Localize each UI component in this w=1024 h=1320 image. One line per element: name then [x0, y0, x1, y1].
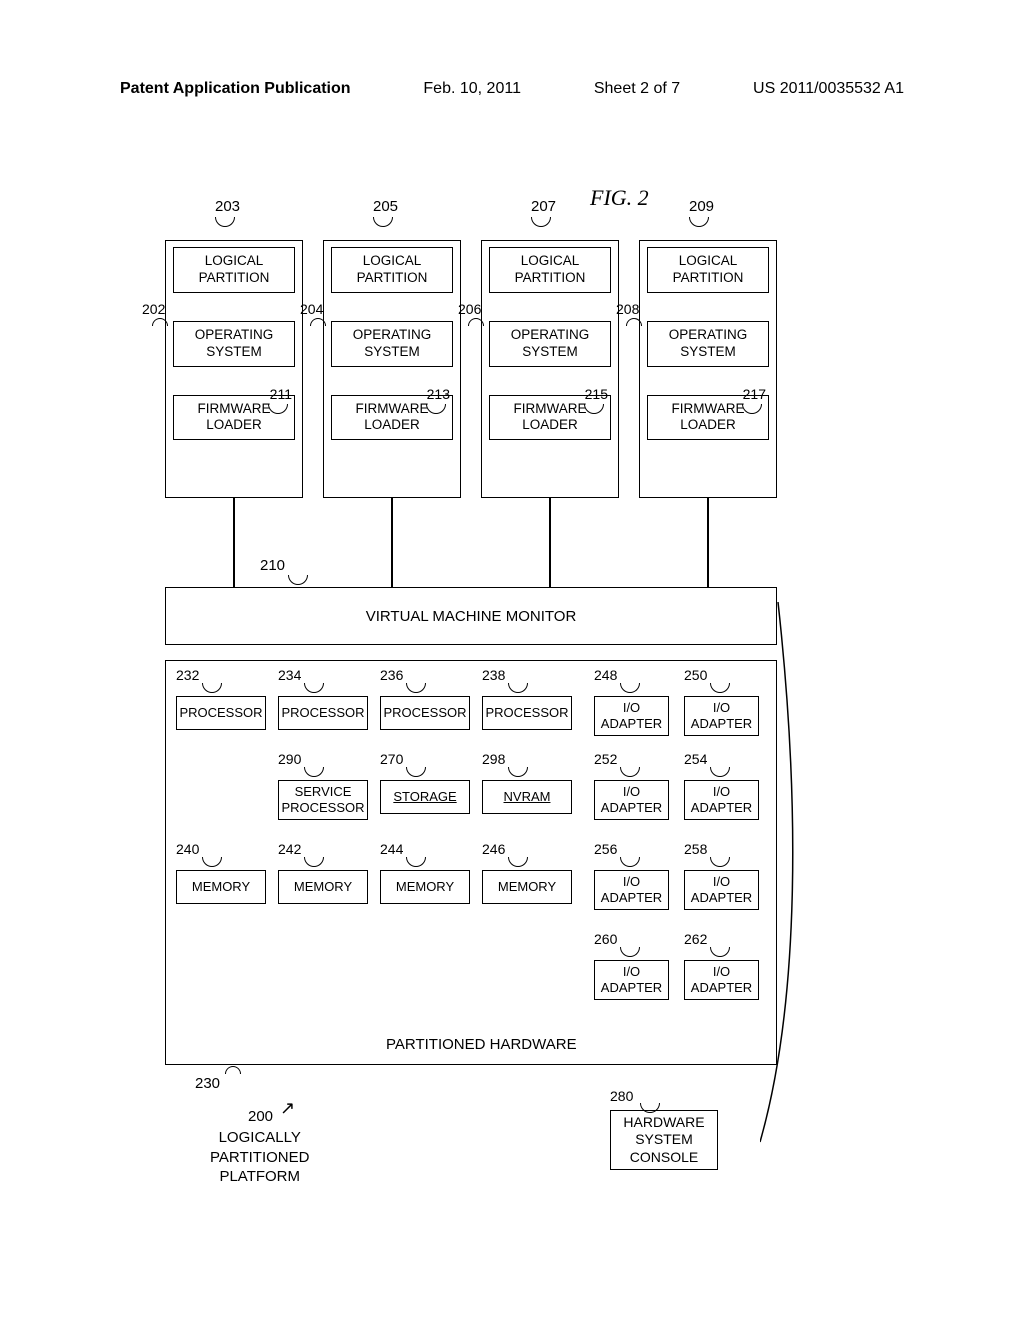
- ref-label: 248: [594, 667, 617, 683]
- ref-label: 210: [260, 557, 285, 574]
- ref-label: 238: [482, 667, 505, 683]
- ref-label: 240: [176, 841, 199, 857]
- partition-box: LOGICAL PARTITION 206 OPERATING SYSTEM 2…: [481, 240, 619, 498]
- io-adapter-cell: I/O ADAPTER: [594, 960, 669, 1000]
- os-cell: OPERATING SYSTEM: [173, 321, 295, 367]
- ref-label: 246: [482, 841, 505, 857]
- ref-label: 280: [610, 1088, 633, 1104]
- ref-label: 230: [195, 1075, 220, 1092]
- memory-cell: MEMORY: [176, 870, 266, 904]
- ref-label: 234: [278, 667, 301, 683]
- partition-box: LOGICAL PARTITION 208 OPERATING SYSTEM 2…: [639, 240, 777, 498]
- os-cell: OPERATING SYSTEM: [331, 321, 453, 367]
- lpp-label: LOGICALLY PARTITIONED PLATFORM: [210, 1128, 309, 1187]
- io-adapter-cell: I/O ADAPTER: [594, 870, 669, 910]
- ref-label: 252: [594, 751, 617, 767]
- ref-label: 209: [689, 198, 714, 215]
- logical-partition-cell: LOGICAL PARTITION: [173, 247, 295, 293]
- ref-label: 203: [215, 198, 240, 215]
- phw-label: PARTITIONED HARDWARE: [386, 1036, 577, 1053]
- connector: [549, 498, 551, 587]
- io-adapter-cell: I/O ADAPTER: [684, 780, 759, 820]
- processor-cell: PROCESSOR: [278, 696, 368, 730]
- fw-cell: FIRMWARE LOADER: [647, 395, 769, 441]
- logical-partition-cell: LOGICAL PARTITION: [647, 247, 769, 293]
- partition-col: 203 LOGICAL PARTITION 202 OPERATING SYST…: [165, 240, 303, 498]
- ref-label: 204: [300, 301, 323, 317]
- io-adapter-cell: I/O ADAPTER: [594, 780, 669, 820]
- partitions-row: 203 LOGICAL PARTITION 202 OPERATING SYST…: [165, 240, 777, 498]
- ref-label: 205: [373, 198, 398, 215]
- page-header: Patent Application Publication Feb. 10, …: [0, 0, 1024, 98]
- memory-cell: MEMORY: [380, 870, 470, 904]
- ref-label: 232: [176, 667, 199, 683]
- partition-box: LOGICAL PARTITION 202 OPERATING SYSTEM 2…: [165, 240, 303, 498]
- hardware-system-console: HARDWARE SYSTEM CONSOLE: [610, 1110, 718, 1170]
- os-cell: OPERATING SYSTEM: [489, 321, 611, 367]
- io-adapter-cell: I/O ADAPTER: [684, 696, 759, 736]
- header-pub: Patent Application Publication: [120, 80, 351, 98]
- ref-label: 290: [278, 751, 301, 767]
- partition-col: 209 LOGICAL PARTITION 208 OPERATING SYST…: [639, 240, 777, 498]
- processor-cell: PROCESSOR: [482, 696, 572, 730]
- fw-cell: FIRMWARE LOADER: [173, 395, 295, 441]
- io-adapter-cell: I/O ADAPTER: [684, 960, 759, 1000]
- connector-curve: [760, 602, 800, 1147]
- ref-label: 250: [684, 667, 707, 683]
- memory-cell: MEMORY: [278, 870, 368, 904]
- ref-label: 208: [616, 301, 639, 317]
- ref-label: 258: [684, 841, 707, 857]
- ref-label: 242: [278, 841, 301, 857]
- logical-partition-cell: LOGICAL PARTITION: [331, 247, 453, 293]
- processor-cell: PROCESSOR: [176, 696, 266, 730]
- ref-label: 254: [684, 751, 707, 767]
- processor-cell: PROCESSOR: [380, 696, 470, 730]
- logical-partition-cell: LOGICAL PARTITION: [489, 247, 611, 293]
- nvram-cell: NVRAM: [482, 780, 572, 814]
- fw-cell: FIRMWARE LOADER: [489, 395, 611, 441]
- ref-label: 256: [594, 841, 617, 857]
- fw-cell: FIRMWARE LOADER: [331, 395, 453, 441]
- ref-label: 270: [380, 751, 403, 767]
- vmm-box: VIRTUAL MACHINE MONITOR: [165, 587, 777, 645]
- ref-label: 236: [380, 667, 403, 683]
- figure-title: FIG. 2: [590, 185, 649, 211]
- os-cell: OPERATING SYSTEM: [647, 321, 769, 367]
- ref-label: 200: [248, 1108, 273, 1125]
- partition-col: 205 LOGICAL PARTITION 204 OPERATING SYST…: [323, 240, 461, 498]
- header-date: Feb. 10, 2011: [423, 80, 521, 98]
- memory-cell: MEMORY: [482, 870, 572, 904]
- io-adapter-cell: I/O ADAPTER: [684, 870, 759, 910]
- arrow-icon: ↗: [280, 1098, 295, 1119]
- partitioned-hardware-box: 232 PROCESSOR 234 PROCESSOR 236 PROCESSO…: [165, 660, 777, 1065]
- ref-label: 260: [594, 931, 617, 947]
- ref-label: 244: [380, 841, 403, 857]
- io-adapter-cell: I/O ADAPTER: [594, 696, 669, 736]
- service-processor-cell: SERVICE PROCESSOR: [278, 780, 368, 820]
- ref-label: 207: [531, 198, 556, 215]
- partition-col: 207 LOGICAL PARTITION 206 OPERATING SYST…: [481, 240, 619, 498]
- header-sheet: Sheet 2 of 7: [594, 80, 680, 98]
- storage-cell: STORAGE: [380, 780, 470, 814]
- connector: [233, 498, 235, 587]
- ref-label: 298: [482, 751, 505, 767]
- connector: [707, 498, 709, 587]
- header-pubno: US 2011/0035532 A1: [753, 80, 904, 98]
- connector: [391, 498, 393, 587]
- partition-box: LOGICAL PARTITION 204 OPERATING SYSTEM 2…: [323, 240, 461, 498]
- ref-label: 262: [684, 931, 707, 947]
- ref-label: 202: [142, 301, 165, 317]
- ref-label: 206: [458, 301, 481, 317]
